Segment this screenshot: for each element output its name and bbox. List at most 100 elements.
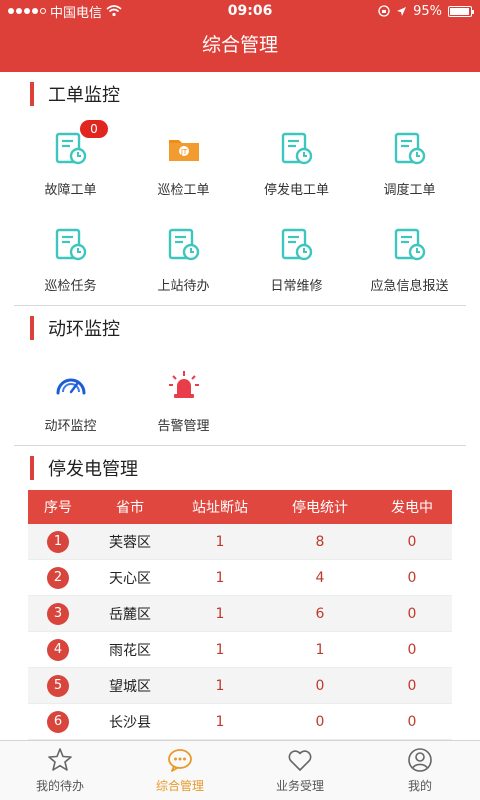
row-index-badge: 6 [47, 710, 69, 733]
generating-cell: 0 [407, 533, 417, 550]
gauge-icon [56, 378, 85, 394]
table-row[interactable]: 3 岳麓区 1 6 0 [28, 596, 452, 632]
star-icon [48, 748, 72, 771]
section-title: 工单监控 [48, 85, 120, 106]
cell-label: 动环监控 [44, 418, 97, 434]
lock-rotation-icon [378, 5, 390, 17]
generating-cell: 0 [407, 569, 417, 586]
column-header: 站址断站 [192, 500, 248, 516]
row-index-badge: 5 [47, 674, 69, 697]
generating-cell: 0 [407, 713, 417, 730]
outages-cell: 8 [315, 533, 325, 550]
folder-tag-icon: JT [168, 139, 199, 161]
user-icon [408, 748, 432, 772]
table-row[interactable]: 1 芙蓉区 1 8 0 [28, 524, 452, 560]
section-header-power: 停发电管理 [0, 448, 480, 488]
inspection-task-button[interactable]: 巡检任务 [14, 212, 127, 308]
table-row[interactable]: 6 长沙县 1 0 0 [28, 704, 452, 740]
cell-label: 巡检工单 [157, 182, 210, 198]
sites-down-cell: 1 [215, 677, 225, 694]
outages-cell: 0 [315, 677, 325, 694]
table-row[interactable]: 2 天心区 1 4 0 [28, 560, 452, 596]
sites-down-cell: 1 [215, 569, 225, 586]
section-marker [30, 82, 34, 106]
power-outage-order-button[interactable]: 停发电工单 [240, 116, 353, 212]
tab-mine[interactable]: 我的 [360, 741, 480, 800]
cell-label: 调度工单 [383, 182, 436, 198]
tab-my-todo[interactable]: 我的待办 [0, 741, 120, 800]
bottom-tab-bar: 我的待办 综合管理 业务受理 我的 [0, 740, 480, 800]
document-clock-icon [55, 228, 86, 260]
generating-cell: 0 [407, 605, 417, 622]
cell-label: 巡检任务 [44, 278, 97, 294]
tab-business-acceptance[interactable]: 业务受理 [240, 741, 360, 800]
count-badge: 0 [80, 120, 108, 138]
column-header: 发电中 [391, 500, 433, 516]
outages-cell: 6 [315, 605, 325, 622]
row-index-badge: 4 [47, 638, 69, 661]
clock: 09:06 [227, 3, 273, 19]
city-cell: 长沙县 [109, 714, 151, 731]
column-header: 序号 [44, 500, 72, 516]
svg-text:JT: JT [179, 148, 187, 156]
sites-down-cell: 1 [215, 533, 225, 550]
inspection-order-button[interactable]: JT 巡检工单 [127, 116, 240, 212]
table-body: 1 芙蓉区 1 8 0 2 天心区 1 4 0 3 岳麓区 1 6 0 4 雨花… [28, 524, 452, 740]
cell-label: 停发电工单 [263, 182, 329, 198]
section-divider [14, 445, 466, 446]
document-clock-icon [281, 228, 312, 260]
generating-cell: 0 [407, 641, 417, 658]
alarm-management-button[interactable]: 告警管理 [127, 352, 240, 448]
tab-label: 我的 [407, 779, 432, 793]
table-row[interactable]: 4 雨花区 1 1 0 [28, 632, 452, 668]
section-marker [30, 456, 34, 480]
section-header-work-orders: 工单监控 [0, 74, 480, 114]
site-todo-button[interactable]: 上站待办 [127, 212, 240, 308]
battery-percent: 95% [413, 3, 442, 19]
document-clock-icon [394, 228, 425, 260]
city-cell: 芙蓉区 [109, 534, 151, 551]
env-monitor-button[interactable]: 动环监控 [14, 352, 127, 448]
row-index-badge: 3 [47, 602, 69, 625]
generating-cell: 0 [407, 677, 417, 694]
row-index-badge: 1 [47, 530, 69, 553]
outages-cell: 1 [315, 641, 325, 658]
outages-cell: 4 [315, 569, 325, 586]
document-clock-icon [168, 228, 199, 260]
document-clock-icon [394, 132, 425, 164]
sites-down-cell: 1 [215, 641, 225, 658]
city-cell: 天心区 [109, 570, 151, 587]
status-bar: 中国电信 09:06 95% [0, 0, 480, 22]
city-cell: 岳麓区 [109, 606, 151, 623]
sites-down-cell: 1 [215, 713, 225, 730]
section-header-env: 动环监控 [0, 308, 480, 348]
section-title: 动环监控 [48, 319, 120, 340]
tab-general-management[interactable]: 综合管理 [120, 741, 240, 800]
table-row[interactable]: 5 望城区 1 0 0 [28, 668, 452, 704]
fault-order-button[interactable]: 故障工单 0 [14, 116, 127, 212]
alarm-siren-icon [168, 370, 199, 398]
table-header: 序号 省市 站址断站 停电统计 发电中 [28, 490, 452, 524]
chat-icon [168, 749, 192, 772]
battery-icon [448, 5, 474, 17]
page-title: 综合管理 [201, 34, 278, 56]
emergency-report-button[interactable]: 应急信息报送 [353, 212, 466, 308]
routine-maintenance-button[interactable]: 日常维修 [240, 212, 353, 308]
signal-icon [8, 8, 46, 14]
outages-cell: 0 [315, 713, 325, 730]
cell-label: 故障工单 [44, 182, 97, 198]
cell-label: 应急信息报送 [370, 278, 449, 294]
section-divider [14, 305, 466, 306]
city-cell: 望城区 [109, 678, 151, 695]
document-clock-icon [281, 132, 312, 164]
row-index-badge: 2 [47, 566, 69, 589]
env-grid: 动环监控 告警管理 [14, 352, 466, 448]
dispatch-order-button[interactable]: 调度工单 [353, 116, 466, 212]
carrier-label: 中国电信 [50, 5, 103, 21]
section-title: 停发电管理 [48, 459, 138, 480]
column-header: 停电统计 [292, 500, 348, 516]
cell-label: 告警管理 [157, 418, 210, 434]
tab-label: 业务受理 [275, 779, 324, 793]
column-header: 省市 [116, 500, 144, 516]
city-cell: 雨花区 [109, 642, 151, 659]
